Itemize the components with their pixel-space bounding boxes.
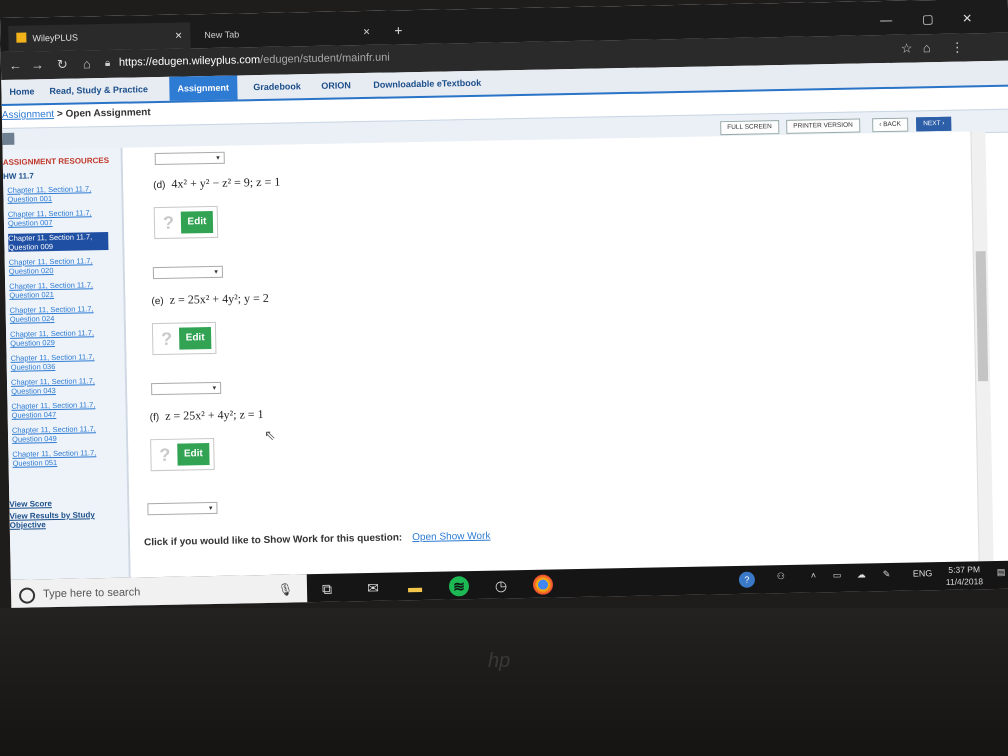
view-results-link[interactable]: View Results by Study Objective bbox=[9, 510, 119, 530]
question-link[interactable]: Chapter 11, Section 11.7, Question 029 bbox=[10, 328, 110, 348]
show-work-prompt: Click if you would like to Show Work for… bbox=[143, 530, 491, 549]
language-indicator[interactable]: ENG bbox=[913, 568, 933, 578]
minimize-icon[interactable]: — bbox=[880, 13, 892, 27]
part-e-equation: (e) z = 25x² + 4y²; y = 2 bbox=[151, 290, 269, 308]
extension-icon[interactable]: ⌂ bbox=[923, 40, 931, 55]
close-tab-icon[interactable]: ✕ bbox=[175, 23, 183, 49]
file-explorer-icon[interactable]: ▬ bbox=[405, 577, 425, 597]
question-link[interactable]: Chapter 11, Section 11.7, Question 024 bbox=[10, 304, 110, 324]
answer-dropdown[interactable]: ▾ bbox=[151, 381, 222, 396]
part-e-edit-widget: ? Edit bbox=[151, 321, 217, 356]
answer-dropdown[interactable]: ▾ bbox=[147, 501, 218, 516]
nav-read-study-practice[interactable]: Read, Study & Practice bbox=[41, 77, 156, 103]
cloud-icon[interactable]: ☁ bbox=[857, 569, 866, 580]
question-link[interactable]: Chapter 11, Section 11.7, Question 021 bbox=[9, 280, 109, 300]
breadcrumb-assignment-link[interactable]: Assignment bbox=[2, 109, 54, 121]
sidebar-hw-title: HW 11.7 bbox=[2, 171, 34, 181]
cortana-icon bbox=[18, 587, 36, 604]
people-icon[interactable]: ⚇ bbox=[777, 571, 785, 582]
view-score-link[interactable]: View Score bbox=[9, 499, 52, 509]
question-panel: ▾ (d) 4x² + y² − z² = 9; z = 1 ? Edit ▾ (… bbox=[122, 131, 981, 578]
question-link[interactable]: Chapter 11, Section 11.7, Question 049 bbox=[12, 424, 112, 444]
sidebar-heading: ASSIGNMENT RESOURCES bbox=[2, 155, 110, 167]
window-close-icon[interactable]: ✕ bbox=[962, 11, 972, 25]
question-link-selected[interactable]: Chapter 11, Section 11.7, Question 009 bbox=[8, 231, 109, 252]
back-button[interactable]: ‹ BACK bbox=[872, 117, 909, 133]
chrome-icon[interactable] bbox=[532, 574, 554, 595]
close-tab-icon[interactable]: ✕ bbox=[363, 19, 371, 45]
help-icon[interactable]: ? bbox=[738, 571, 756, 588]
nav-gradebook[interactable]: Gradebook bbox=[245, 74, 309, 99]
pen-icon[interactable]: ✎ bbox=[883, 569, 891, 580]
part-f-equation: (f) z = 25x² + 4y²; z = 1 bbox=[149, 407, 264, 424]
assignment-sidebar: ASSIGNMENT RESOURCES HW 11.7 Chapter 11,… bbox=[2, 147, 131, 580]
question-link[interactable]: Chapter 11, Section 11.7, Question 020 bbox=[9, 256, 109, 276]
bookmark-star-icon[interactable]: ☆ bbox=[901, 40, 913, 56]
question-mark-icon: ? bbox=[159, 444, 171, 466]
question-link[interactable]: Chapter 11, Section 11.7, Question 036 bbox=[10, 352, 110, 372]
collapse-sidebar-icon[interactable] bbox=[0, 132, 15, 146]
lock-icon: 🔒︎ bbox=[104, 57, 111, 69]
alarm-clock-icon[interactable]: ◷ bbox=[491, 575, 511, 595]
maximize-icon[interactable]: ▢ bbox=[922, 12, 934, 26]
laptop-bezel bbox=[0, 608, 1008, 756]
page-title: Open Assignment bbox=[65, 107, 151, 120]
edit-button[interactable]: Edit bbox=[177, 443, 210, 466]
question-link[interactable]: Chapter 11, Section 11.7, Question 051 bbox=[12, 448, 112, 468]
question-mark-icon: ? bbox=[160, 328, 173, 349]
nav-home[interactable]: Home bbox=[1, 79, 42, 104]
mouse-cursor-icon: ⇖ bbox=[263, 426, 276, 444]
hp-logo-icon: hp bbox=[488, 650, 511, 672]
next-button[interactable]: NEXT › bbox=[916, 116, 952, 132]
mail-icon[interactable]: ✉ bbox=[363, 578, 383, 598]
url-field[interactable]: https://edugen.wileyplus.com/edugen/stud… bbox=[119, 52, 390, 69]
nav-downloadable-etextbook[interactable]: Downloadable eTextbook bbox=[365, 71, 489, 97]
reload-icon[interactable]: ↻ bbox=[57, 57, 68, 73]
question-link[interactable]: Chapter 11, Section 11.7, Question 007 bbox=[8, 208, 108, 228]
edit-button[interactable]: Edit bbox=[180, 210, 214, 234]
open-show-work-link[interactable]: Open Show Work bbox=[412, 531, 490, 543]
part-d-edit-widget: ? Edit bbox=[153, 205, 219, 240]
answer-dropdown[interactable]: ▾ bbox=[154, 151, 225, 166]
tab-wileyplus[interactable]: WileyPLUS ✕ bbox=[8, 22, 191, 52]
spotify-icon[interactable]: ≋ bbox=[448, 576, 470, 597]
back-arrow-icon[interactable]: ← bbox=[9, 58, 22, 73]
question-link[interactable]: Chapter 11, Section 11.7, Question 043 bbox=[11, 376, 111, 396]
printer-version-button[interactable]: PRINTER VERSION bbox=[786, 118, 860, 134]
edit-button[interactable]: Edit bbox=[178, 327, 212, 350]
question-link[interactable]: Chapter 11, Section 11.7, Question 001 bbox=[7, 184, 107, 204]
forward-arrow-icon[interactable]: → bbox=[31, 57, 44, 72]
browser-menu-icon[interactable]: ⋮ bbox=[951, 40, 964, 56]
wiley-favicon-icon bbox=[16, 32, 27, 43]
home-icon[interactable]: ⌂ bbox=[83, 56, 91, 71]
part-f-edit-widget: ? Edit bbox=[150, 437, 215, 472]
battery-icon[interactable]: ▭ bbox=[833, 570, 842, 581]
nav-orion[interactable]: ORION bbox=[313, 73, 359, 98]
new-tab-plus-icon[interactable]: + bbox=[394, 22, 402, 38]
question-link[interactable]: Chapter 11, Section 11.7, Question 047 bbox=[11, 400, 111, 420]
taskbar-search[interactable]: Type here to search 🎙︎ bbox=[10, 574, 308, 608]
nav-assignment[interactable]: Assignment bbox=[169, 75, 238, 101]
chevron-up-icon[interactable]: ˄ bbox=[811, 570, 816, 580]
notification-icon[interactable]: ▤ bbox=[997, 567, 1006, 578]
question-mark-icon: ? bbox=[162, 212, 175, 233]
scrollbar-thumb[interactable] bbox=[975, 251, 989, 382]
answer-dropdown[interactable]: ▾ bbox=[152, 265, 224, 280]
task-view-icon[interactable]: ⧉ bbox=[317, 579, 337, 599]
search-placeholder: Type here to search bbox=[42, 586, 141, 601]
tab-new-tab[interactable]: New Tab ✕ bbox=[196, 19, 378, 48]
system-clock[interactable]: 5:37 PM 11/4/2018 bbox=[945, 563, 983, 588]
full-screen-button[interactable]: FULL SCREEN bbox=[720, 120, 779, 136]
breadcrumb: Assignment > Open Assignment bbox=[1, 107, 151, 121]
part-d-equation: (d) 4x² + y² − z² = 9; z = 1 bbox=[153, 174, 281, 192]
screen: WileyPLUS ✕ New Tab ✕ + — ▢ ✕ ← → ↻ ⌂ 🔒︎… bbox=[0, 0, 1008, 608]
microphone-icon[interactable]: 🎙︎ bbox=[278, 574, 294, 604]
